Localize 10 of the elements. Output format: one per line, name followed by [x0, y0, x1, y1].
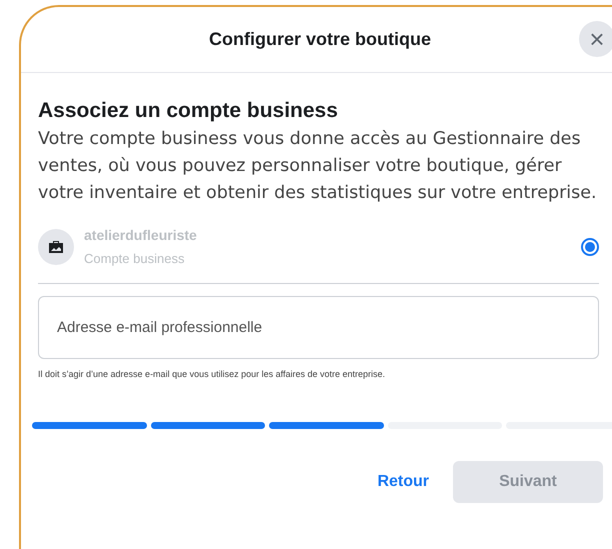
briefcase-icon	[48, 240, 64, 254]
helper-text: Il doit s’agir d’une adresse e-mail que vous utilisez pour les affaires de votre entreprise.	[38, 368, 386, 381]
back-link[interactable]: Retour	[373, 461, 433, 503]
email-field[interactable]: Adresse e-mail professionnelle	[38, 296, 599, 358]
close-button[interactable]: ×	[579, 21, 612, 57]
dialog-title: Configurer votre boutique	[209, 28, 431, 51]
description-text: Votre compte business vous donne accès au Gestionnaire des ventes, où vous pouvez personnaliser votre boutique, gérer votre inventaire et obtenir des statistiques sur votre entreprise.	[38, 128, 598, 205]
section-heading: Associez un compte business	[38, 98, 339, 124]
account-type: Compte business	[84, 250, 186, 268]
account-name: atelierdufleuriste	[84, 226, 197, 245]
